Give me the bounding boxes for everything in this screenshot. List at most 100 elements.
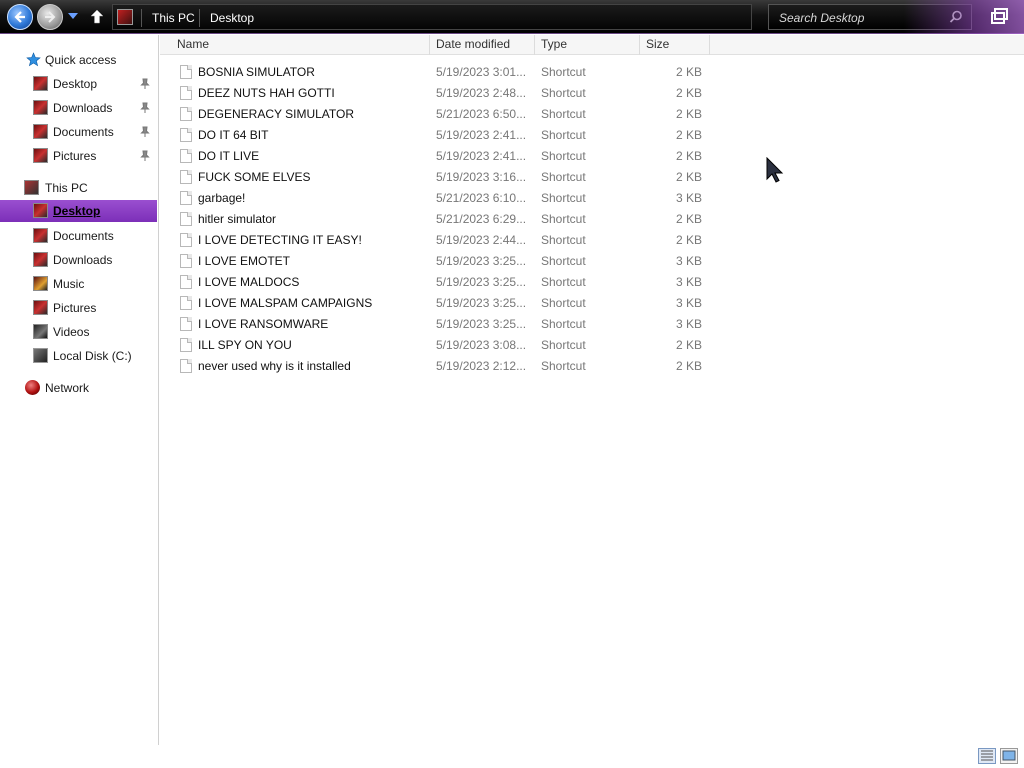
navigation-pane: Quick access Desktop Downloads Documents… <box>0 35 159 745</box>
column-header-type[interactable]: Type <box>535 35 640 55</box>
file-size: 2 KB <box>675 338 702 352</box>
file-name: DO IT LIVE <box>198 149 260 163</box>
file-date-modified: 5/19/2023 3:25... <box>436 296 527 310</box>
sidebar-item-quick-documents[interactable]: Documents <box>0 121 157 143</box>
file-row[interactable]: DO IT 64 BIT 5/19/2023 2:41... Shortcut 2 K… <box>160 125 720 146</box>
file-size: 2 KB <box>675 86 702 100</box>
file-row[interactable]: I LOVE MALDOCS 5/19/2023 3:25... Shortcut 3… <box>160 272 720 293</box>
file-row[interactable]: I LOVE MALSPAM CAMPAIGNS 5/19/2023 3:25..… <box>160 293 720 314</box>
file-type: Shortcut <box>541 317 586 331</box>
pin-icon[interactable] <box>140 102 150 114</box>
file-type: Shortcut <box>541 149 586 163</box>
file-type: Shortcut <box>541 212 586 226</box>
file-date-modified: 5/21/2023 6:29... <box>436 212 527 226</box>
breadcrumb-separator <box>199 9 200 27</box>
breadcrumb-this-pc[interactable]: This PC <box>152 11 195 25</box>
file-date-modified: 5/19/2023 3:25... <box>436 275 527 289</box>
file-size: 2 KB <box>675 233 702 247</box>
shortcut-file-icon <box>180 359 192 373</box>
sidebar-this-pc[interactable]: This PC <box>0 177 157 199</box>
sidebar-item-videos[interactable]: Videos <box>0 321 157 343</box>
sidebar-quick-access[interactable]: Quick access <box>0 49 157 71</box>
file-row[interactable]: BOSNIA SIMULATOR 5/19/2023 3:01... Shortcu… <box>160 62 720 83</box>
file-type: Shortcut <box>541 170 586 184</box>
sidebar-item-downloads[interactable]: Downloads <box>0 249 157 271</box>
sidebar-item-quick-pictures[interactable]: Pictures <box>0 145 157 167</box>
file-row[interactable]: I LOVE EMOTET 5/19/2023 3:25... Shortcut 3 … <box>160 251 720 272</box>
sidebar-item-quick-downloads[interactable]: Downloads <box>0 97 157 119</box>
file-size: 3 KB <box>675 275 702 289</box>
file-row[interactable]: I LOVE RANSOMWARE 5/19/2023 3:25... Shortc… <box>160 314 720 335</box>
file-date-modified: 5/19/2023 3:08... <box>436 338 527 352</box>
sidebar-item-documents[interactable]: Documents <box>0 225 157 247</box>
file-row[interactable]: garbage! 5/21/2023 6:10... Shortcut 3 KB <box>160 188 720 209</box>
back-button[interactable] <box>7 4 33 30</box>
file-name: garbage! <box>198 191 246 205</box>
file-row[interactable]: hitler simulator 5/21/2023 6:29... Shortcu… <box>160 209 720 230</box>
folder-icon <box>33 76 48 91</box>
folder-icon <box>33 148 48 163</box>
shortcut-file-icon <box>180 86 192 100</box>
file-row[interactable]: DO IT LIVE 5/19/2023 2:41... Shortcut 2 KB <box>160 146 720 167</box>
sidebar-item-label: Downloads <box>53 253 113 267</box>
file-size: 3 KB <box>675 254 702 268</box>
pin-icon[interactable] <box>140 78 150 90</box>
sidebar-item-quick-desktop[interactable]: Desktop <box>0 73 157 95</box>
folder-icon <box>33 228 48 243</box>
search-input[interactable]: Search Desktop <box>779 11 864 25</box>
large-icons-view-button[interactable] <box>1000 748 1018 764</box>
shortcut-file-icon <box>180 212 192 226</box>
address-bar[interactable]: This PC Desktop <box>112 4 752 30</box>
up-button[interactable] <box>88 8 106 26</box>
file-type: Shortcut <box>541 128 586 142</box>
network-icon <box>25 380 40 395</box>
computer-icon <box>24 180 39 195</box>
file-type: Shortcut <box>541 254 586 268</box>
sidebar-item-pictures[interactable]: Pictures <box>0 297 157 319</box>
star-icon <box>26 52 41 67</box>
shortcut-file-icon <box>180 296 192 310</box>
window-restore-button[interactable] <box>991 8 1008 24</box>
file-row[interactable]: never used why is it installed 5/19/2023 … <box>160 356 720 377</box>
sidebar-item-music[interactable]: Music <box>0 273 157 295</box>
arrow-left-icon <box>14 11 25 23</box>
file-name: I LOVE DETECTING IT EASY! <box>198 233 362 247</box>
column-header-name[interactable]: Name <box>160 35 430 55</box>
sidebar-item-desktop[interactable]: Desktop <box>0 200 157 222</box>
forward-button[interactable] <box>37 4 63 30</box>
file-name: I LOVE MALDOCS <box>198 275 300 289</box>
shortcut-file-icon <box>180 170 192 184</box>
desktop-folder-icon <box>117 9 133 25</box>
file-name: never used why is it installed <box>198 359 351 373</box>
sidebar-network[interactable]: Network <box>0 377 157 399</box>
column-header-size[interactable]: Size <box>640 35 710 55</box>
file-date-modified: 5/19/2023 2:12... <box>436 359 527 373</box>
sidebar-item-label: This PC <box>45 181 88 195</box>
file-row[interactable]: FUCK SOME ELVES 5/19/2023 3:16... Shortcut… <box>160 167 720 188</box>
file-row[interactable]: ILL SPY ON YOU 5/19/2023 3:08... Shortcut 2… <box>160 335 720 356</box>
file-name: DO IT 64 BIT <box>198 128 269 142</box>
file-size: 2 KB <box>675 359 702 373</box>
recent-locations-dropdown[interactable] <box>68 13 78 19</box>
file-name: BOSNIA SIMULATOR <box>198 65 315 79</box>
file-row[interactable]: DEGENERACY SIMULATOR 5/21/2023 6:50... Sho… <box>160 104 720 125</box>
search-box[interactable]: Search Desktop <box>768 4 972 30</box>
sidebar-item-label: Downloads <box>53 101 113 115</box>
sidebar-item-label: Local Disk (C:) <box>53 349 132 363</box>
pin-icon[interactable] <box>140 126 150 138</box>
search-icon[interactable] <box>949 10 963 24</box>
pin-icon[interactable] <box>140 150 150 162</box>
details-view-button[interactable] <box>978 748 996 764</box>
shortcut-file-icon <box>180 275 192 289</box>
file-name: I LOVE EMOTET <box>198 254 291 268</box>
sidebar-item-local-disk[interactable]: Local Disk (C:) <box>0 345 157 367</box>
shortcut-file-icon <box>180 233 192 247</box>
file-row[interactable]: I LOVE DETECTING IT EASY! 5/19/2023 2:44.… <box>160 230 720 251</box>
file-size: 2 KB <box>675 149 702 163</box>
column-header-date[interactable]: Date modified <box>430 35 535 55</box>
breadcrumb-desktop[interactable]: Desktop <box>210 11 254 25</box>
file-size: 2 KB <box>675 128 702 142</box>
file-size: 2 KB <box>675 107 702 121</box>
file-row[interactable]: DEEZ NUTS HAH GOTTI 5/19/2023 2:48... Shor… <box>160 83 720 104</box>
file-date-modified: 5/19/2023 3:16... <box>436 170 527 184</box>
